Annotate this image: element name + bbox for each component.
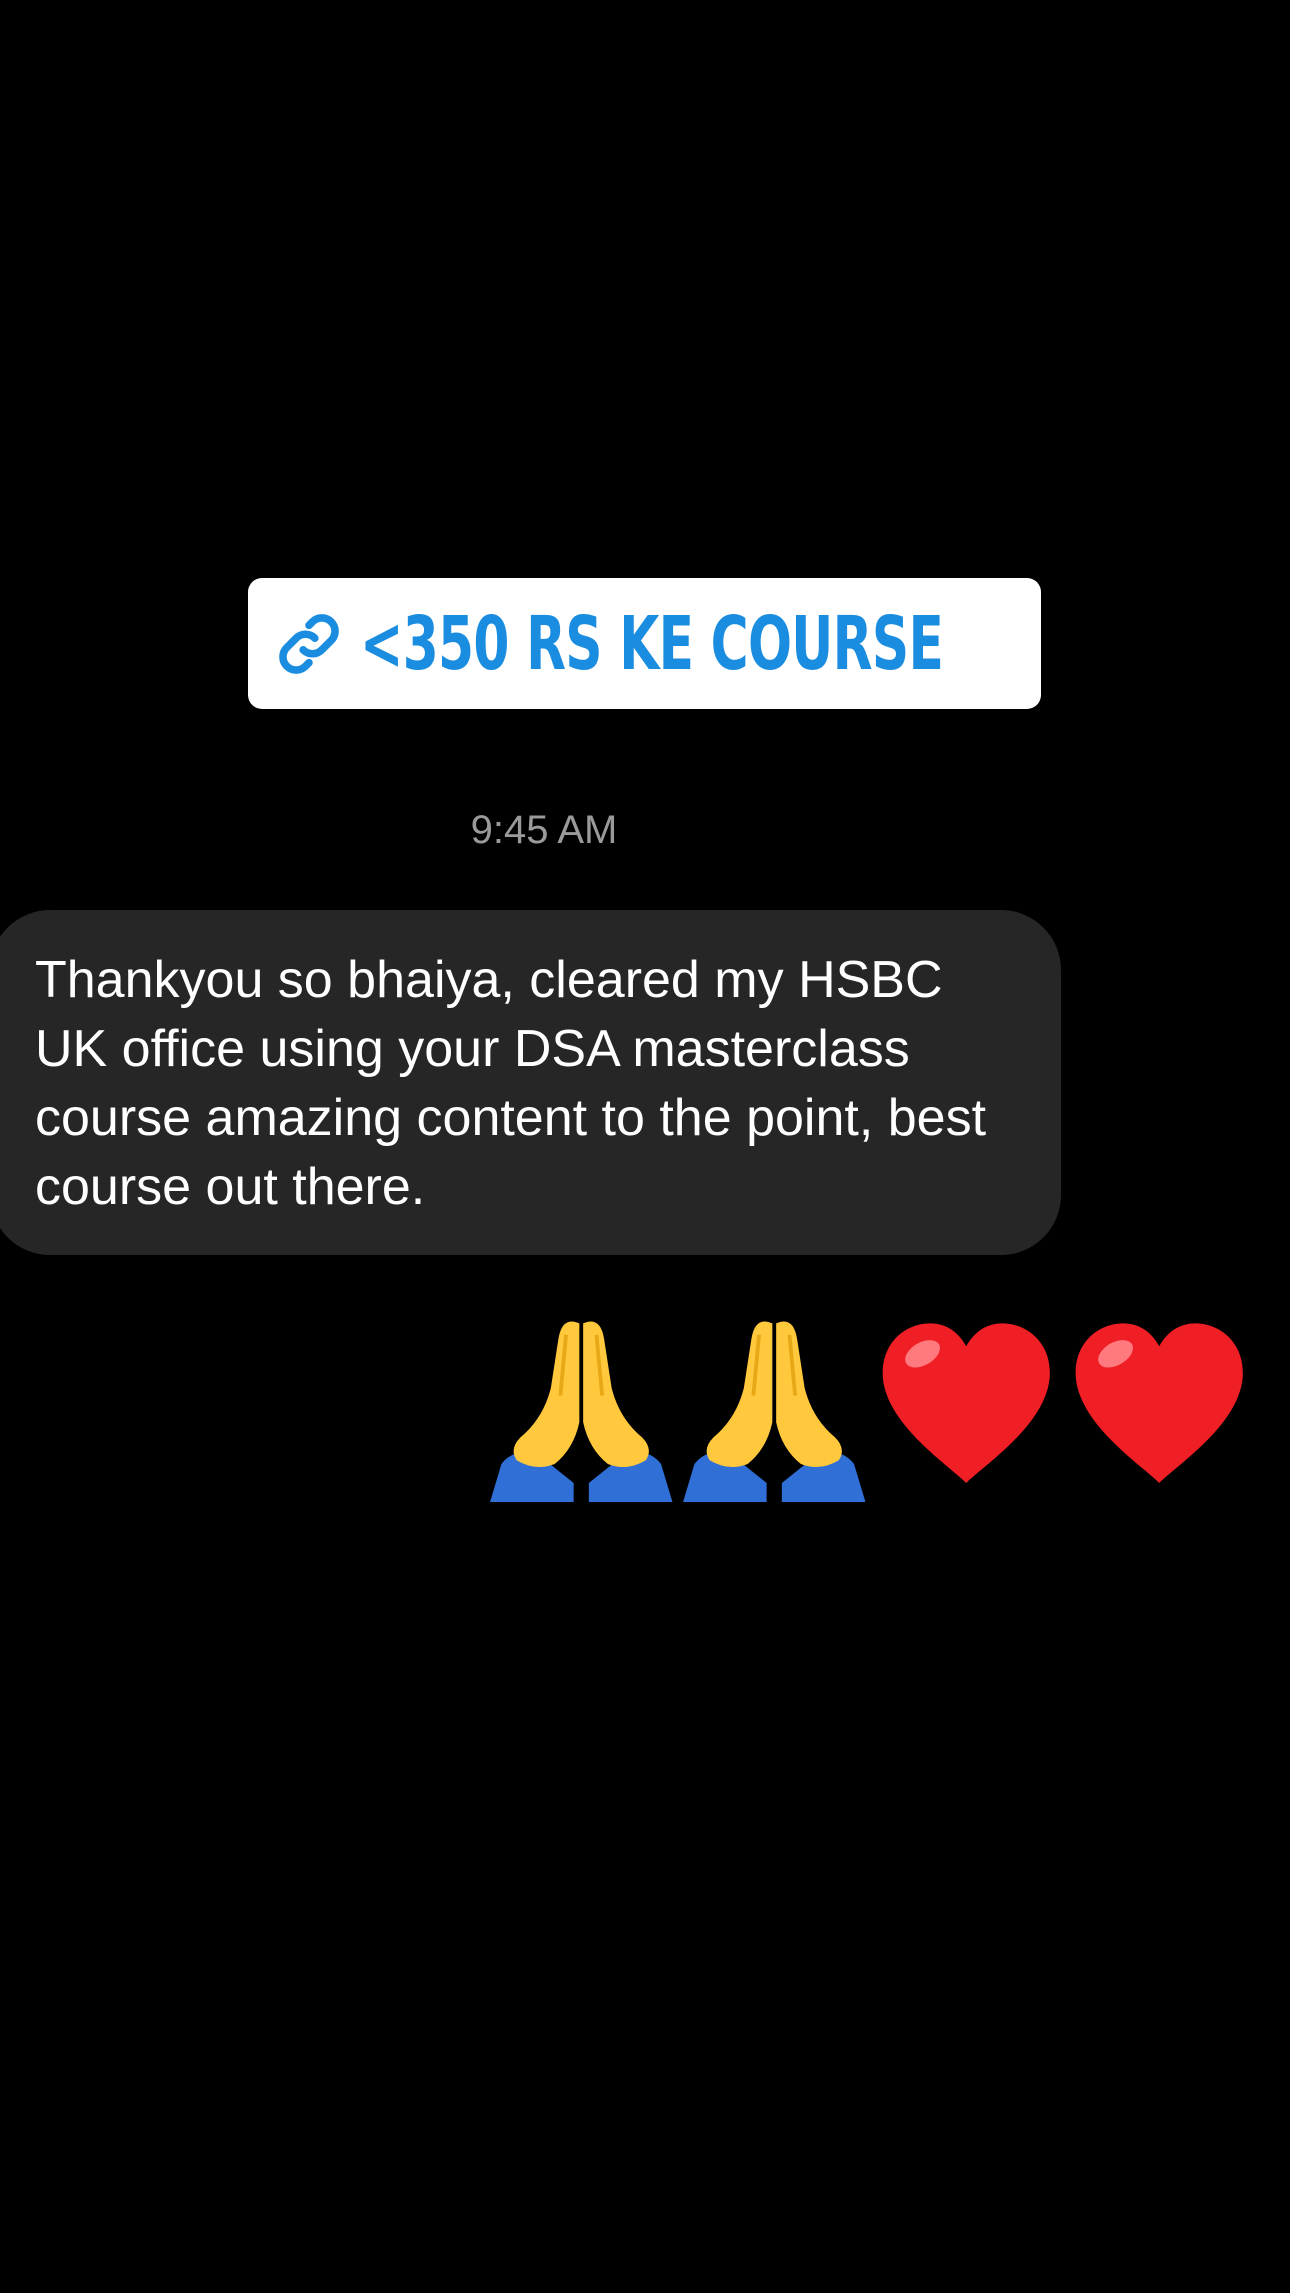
folded-hands-icon [678,1312,871,1502]
link-icon [279,613,339,674]
message-text: Thankyou so bhaiya, cleared my HSBC UK o… [35,951,987,1216]
red-heart-icon [870,1312,1063,1502]
emoji-reactions [485,1312,1255,1502]
link-sticker[interactable]: <350 RS KE COURSE [248,578,1041,709]
red-heart-icon [1063,1312,1256,1502]
link-sticker-label: <350 RS KE COURSE [360,600,944,687]
folded-hands-icon [485,1312,678,1502]
message-bubble[interactable]: Thankyou so bhaiya, cleared my HSBC UK o… [0,910,1061,1255]
message-timestamp: 9:45 AM [470,808,618,852]
